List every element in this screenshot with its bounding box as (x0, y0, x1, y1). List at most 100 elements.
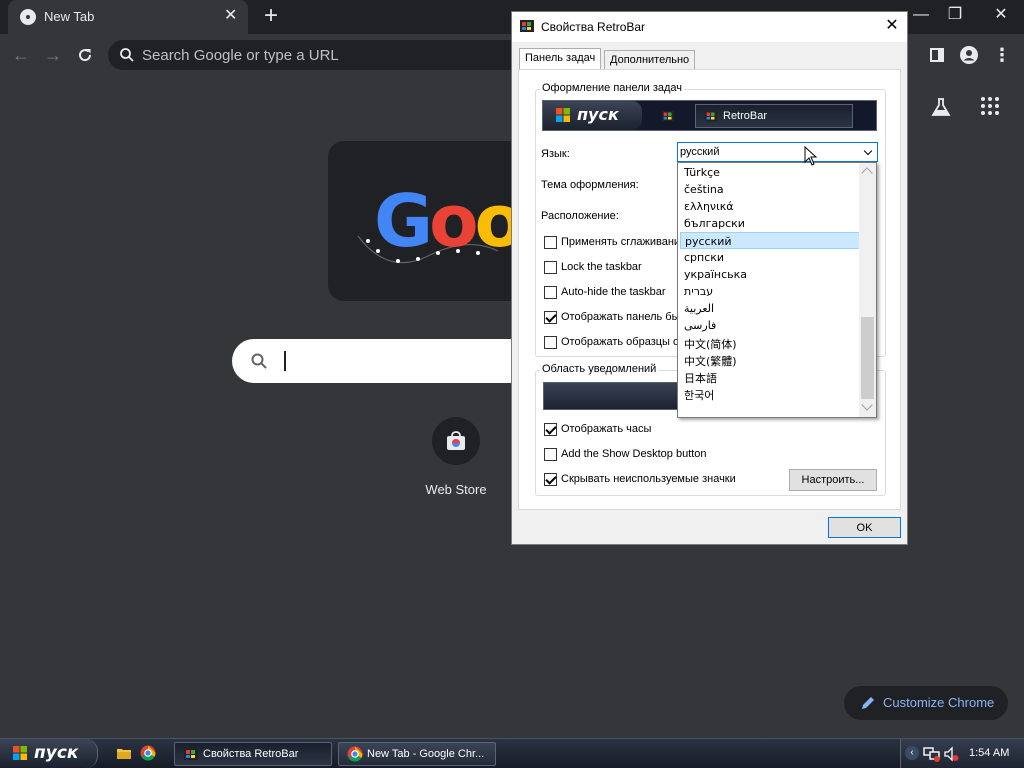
apps-grid-icon[interactable] (977, 96, 1003, 122)
windows-flag-icon (556, 108, 570, 122)
ntp-search-box[interactable] (232, 339, 528, 383)
task-button-chrome[interactable]: New Tab - Google Chr... (338, 742, 496, 766)
language-option[interactable]: 한국어 (680, 385, 860, 402)
language-option[interactable]: עברית (680, 283, 860, 300)
mouse-cursor-icon (804, 146, 818, 166)
configure-button[interactable]: Настроить... (789, 469, 877, 491)
language-option[interactable]: العربية (680, 300, 860, 317)
checkbox-show-thumbnails-label: Отображать образцы о (561, 336, 680, 348)
forward-arrow-icon[interactable]: → (40, 42, 66, 68)
checkbox-show-quicklaunch[interactable] (544, 311, 557, 324)
language-option[interactable]: български (680, 215, 860, 232)
reload-icon[interactable] (72, 42, 98, 68)
preview-start-button: пуск (543, 101, 642, 130)
checkbox-show-clock[interactable] (544, 423, 557, 436)
customize-chrome-button[interactable]: Customize Chrome (844, 686, 1008, 720)
language-dropdown-list[interactable]: Türkçe čeština ελληνικά български русски… (677, 162, 877, 418)
windows-flag-icon (13, 746, 27, 760)
retrobar-app-icon (661, 110, 675, 122)
preview-start-label: пуск (577, 105, 619, 124)
position-label: Расположение: (541, 210, 619, 222)
checkbox-smoothing[interactable] (544, 236, 557, 249)
tab-close-icon[interactable]: ✕ (224, 7, 237, 25)
search-icon (120, 48, 134, 62)
tab-new-tab[interactable]: New Tab ✕ (8, 0, 248, 34)
scroll-down-arrow-icon[interactable] (861, 399, 873, 411)
checkbox-lock-taskbar-label: Lock the taskbar (561, 261, 642, 273)
language-option-selected[interactable]: русский (680, 232, 860, 249)
language-option[interactable]: Türkçe (680, 164, 860, 181)
profile-avatar-icon[interactable] (956, 42, 982, 68)
preview-task-button: RetroBar (695, 104, 853, 128)
tray-expand-chevron-icon[interactable]: ‹ (905, 746, 919, 760)
language-option[interactable]: українська (680, 266, 860, 283)
window-close-icon[interactable]: ✕ (986, 4, 1016, 28)
language-option[interactable]: 中文(繁體) (680, 351, 860, 368)
scroll-up-arrow-icon[interactable] (861, 167, 873, 179)
ntp-search-input[interactable] (290, 339, 510, 383)
taskbar-preview: пуск RetroBar (542, 100, 877, 131)
scrollbar-thumb[interactable] (861, 317, 874, 399)
restore-icon[interactable]: ❐ (940, 4, 970, 28)
pencil-icon (862, 697, 874, 709)
file-explorer-icon[interactable] (116, 745, 132, 761)
kebab-menu-icon[interactable]: ⋮ (989, 42, 1015, 68)
language-option[interactable]: српски (680, 249, 860, 266)
task-button-retrobar[interactable]: Свойства RetroBar (174, 742, 332, 766)
labs-flask-icon[interactable] (928, 96, 954, 122)
omnibox[interactable] (108, 40, 528, 70)
network-icon[interactable] (923, 746, 941, 762)
search-icon (251, 353, 267, 369)
side-panel-icon[interactable] (924, 42, 950, 68)
checkbox-hide-icons-label: Скрывать неиспользуемые значки (561, 473, 736, 485)
dialog-close-icon[interactable]: ✕ (882, 16, 902, 36)
omnibox-input[interactable] (142, 40, 522, 70)
checkbox-show-clock-label: Отображать часы (561, 423, 652, 435)
group-taskbar-label: Оформление панели задач (540, 82, 685, 94)
theme-label: Тема оформления: (541, 179, 639, 191)
tab-advanced[interactable]: Дополнительно (604, 50, 696, 70)
checkbox-show-quicklaunch-label: Отображать панель бы (561, 311, 680, 323)
new-tab-plus-icon[interactable]: + (258, 4, 284, 30)
taskbar: пуск Свойства RetroBar New Tab - Google … (0, 738, 1024, 768)
shortcut-web-store[interactable]: Web Store (418, 415, 494, 505)
checkbox-show-thumbnails[interactable] (544, 336, 557, 349)
back-arrow-icon[interactable]: ← (8, 42, 34, 68)
language-option[interactable]: ελληνικά (680, 198, 860, 215)
tab-title: New Tab (44, 9, 95, 24)
language-label: Язык: (541, 148, 570, 160)
checkbox-lock-taskbar[interactable] (544, 261, 557, 274)
checkbox-show-desktop-label: Add the Show Desktop button (561, 448, 707, 460)
system-tray: ‹ 1:54 AM (900, 739, 1024, 768)
checkbox-autohide-label: Auto-hide the taskbar (561, 286, 666, 298)
dialog-titlebar[interactable]: Свойства RetroBar ✕ (512, 12, 907, 42)
checkbox-hide-icons[interactable] (544, 473, 557, 486)
task-button-label: New Tab - Google Chr... (367, 748, 485, 760)
checkbox-autohide[interactable] (544, 286, 557, 299)
web-store-icon (447, 431, 465, 450)
volume-muted-icon[interactable] (943, 746, 959, 762)
task-button-label: Свойства RetroBar (203, 748, 299, 760)
chevron-down-icon (863, 146, 873, 156)
dropdown-scrollbar[interactable] (859, 163, 876, 417)
doodle-logo-text: Goog (374, 179, 528, 263)
checkbox-show-desktop[interactable] (544, 448, 557, 461)
chrome-favicon-icon (20, 9, 36, 25)
google-doodle[interactable]: Goog (328, 141, 528, 301)
language-option[interactable]: فارسی (680, 317, 860, 334)
retrobar-app-icon (184, 748, 198, 760)
language-option[interactable]: 中文(简体) (680, 334, 860, 351)
tab-taskbar[interactable]: Панель задач (519, 48, 602, 71)
dialog-title: Свойства RetroBar (541, 20, 646, 34)
preview-task-label: RetroBar (723, 110, 768, 122)
start-button[interactable]: пуск (0, 739, 98, 768)
language-select[interactable]: русский (677, 142, 878, 162)
text-caret (284, 351, 286, 371)
ok-button[interactable]: OK (828, 517, 901, 538)
chrome-quicklaunch-icon[interactable] (140, 745, 156, 761)
language-option[interactable]: 日本語 (680, 368, 860, 385)
customize-label: Customize Chrome (883, 695, 995, 710)
tray-clock[interactable]: 1:54 AM (969, 747, 1009, 759)
minimize-icon[interactable]: — (906, 4, 936, 28)
language-option[interactable]: čeština (680, 181, 860, 198)
